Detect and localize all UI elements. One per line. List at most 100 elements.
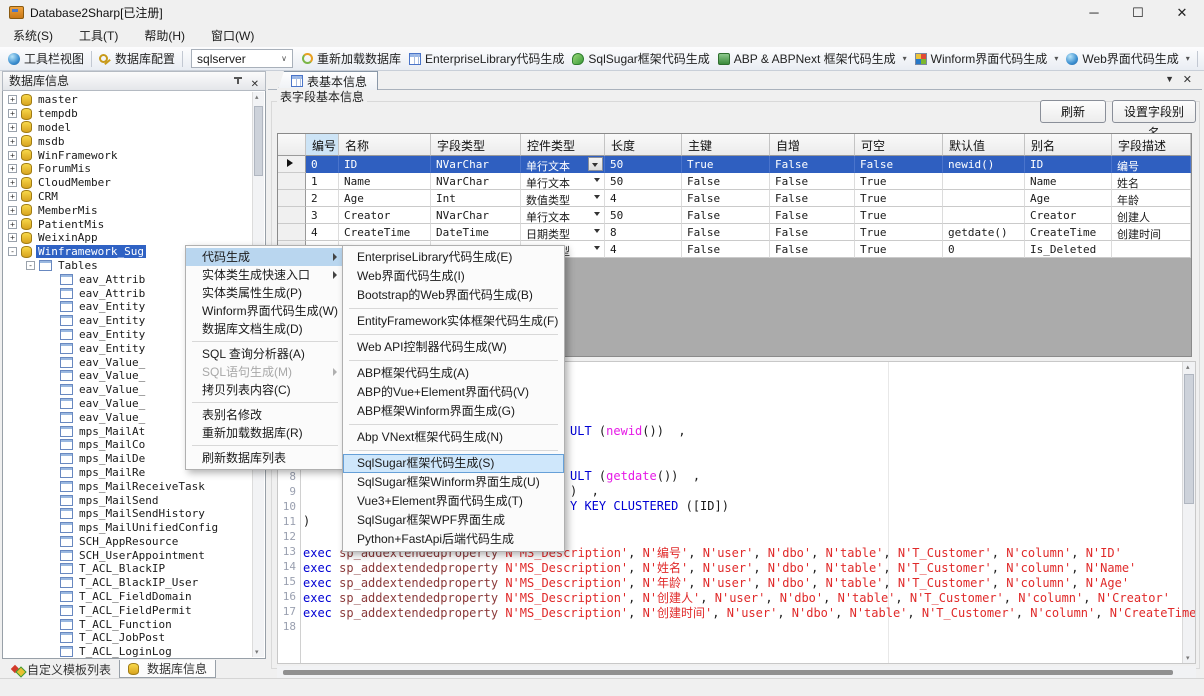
grid-cell[interactable] [943, 190, 1025, 207]
tab-close-button[interactable]: ✕ [1183, 73, 1192, 86]
panel-tab[interactable]: 自定义模板列表 [4, 660, 119, 678]
grid-cell[interactable]: 单行文本 [521, 207, 605, 224]
grid-cell[interactable]: False [770, 241, 855, 258]
grid-cell[interactable]: newid() [943, 156, 1025, 173]
tree-item[interactable]: +tempdb [4, 107, 252, 121]
grid-cell[interactable]: 50 [605, 207, 682, 224]
context-menu-item[interactable]: SQL 查询分析器(A) [186, 345, 344, 363]
db-type-combo[interactable]: sqlserver∨ [191, 49, 293, 68]
tree-item[interactable]: T_ACL_FieldDomain [4, 590, 252, 604]
row-selector[interactable] [278, 156, 306, 173]
tree-item[interactable]: +PatientMis [4, 217, 252, 231]
grid-cell[interactable]: 1 [306, 173, 339, 190]
combo-dropdown[interactable] [594, 195, 600, 199]
tree-item[interactable]: SCH_UserAppointment [4, 548, 252, 562]
grid-cell[interactable]: ID [1025, 156, 1112, 173]
set-alias-button[interactable]: 设置字段别名 [1112, 100, 1196, 123]
grid-cell[interactable]: getdate() [943, 224, 1025, 241]
grid-cell[interactable]: 50 [605, 173, 682, 190]
combo-dropdown[interactable] [594, 246, 600, 250]
tree-item[interactable]: T_ACL_FieldPermit [4, 603, 252, 617]
grid-cell[interactable]: CreateTime [1025, 224, 1112, 241]
tree-item[interactable]: mps_MailSendHistory [4, 507, 252, 521]
tree-expander[interactable]: + [8, 151, 17, 160]
grid-cell[interactable]: 3 [306, 207, 339, 224]
grid-cell[interactable]: False [770, 207, 855, 224]
tree-expander[interactable]: + [8, 95, 17, 104]
grid-cell[interactable]: 8 [605, 224, 682, 241]
grid-cell[interactable]: 创建时间 [1112, 224, 1191, 241]
tree-item[interactable]: mps_MailReceiveTask [4, 479, 252, 493]
combo-dropdown[interactable] [594, 178, 600, 182]
submenu-item[interactable]: ABP框架Winform界面生成(G) [343, 402, 564, 421]
grid-cell[interactable]: 0 [306, 156, 339, 173]
toolbar-button[interactable]: 数据库配置 [95, 48, 179, 70]
grid-cell[interactable]: True [855, 173, 943, 190]
grid-cell[interactable]: False [682, 224, 770, 241]
tree-item[interactable]: T_ACL_JobPost [4, 631, 252, 645]
grid-cell[interactable]: NVarChar [431, 173, 521, 190]
tree-item[interactable]: +ForumMis [4, 162, 252, 176]
grid-cell[interactable]: False [682, 190, 770, 207]
grid-header-cell[interactable]: 别名 [1025, 134, 1112, 156]
context-menu-item[interactable]: Winform界面代码生成(W) [186, 302, 344, 320]
grid-cell[interactable]: Name [1025, 173, 1112, 190]
submenu-item[interactable]: Abp VNext框架代码生成(N) [343, 428, 564, 447]
tree-item[interactable]: +model [4, 121, 252, 135]
tree-item[interactable]: +MemberMis [4, 203, 252, 217]
grid-cell[interactable]: 日期类型 [521, 224, 605, 241]
grid-cell[interactable]: False [682, 173, 770, 190]
tree-item[interactable]: +CRM [4, 190, 252, 204]
grid-cell[interactable]: 编号 [1112, 156, 1191, 173]
context-menu-item[interactable]: 重新加载数据库(R) [186, 424, 344, 442]
context-menu-item[interactable]: 刷新数据库列表 [186, 449, 344, 467]
submenu-item[interactable]: SqlSugar框架代码生成(S) [343, 454, 564, 473]
grid-row[interactable]: 2AgeInt数值类型4FalseFalseTrueAge年龄 [278, 190, 1191, 207]
grid-cell[interactable]: False [770, 190, 855, 207]
tree-expander[interactable]: + [8, 164, 17, 173]
grid-header-cell[interactable]: 编号 [306, 134, 339, 156]
grid-cell[interactable]: NVarChar [431, 156, 521, 173]
grid-cell[interactable]: False [855, 156, 943, 173]
grid-cell[interactable]: Creator [339, 207, 431, 224]
context-menu-item[interactable]: 实体类生成快速入口 [186, 266, 344, 284]
tree-expander[interactable]: + [8, 192, 17, 201]
submenu-item[interactable]: Web API控制器代码生成(W) [343, 338, 564, 357]
combo-dropdown[interactable] [594, 229, 600, 233]
row-selector[interactable] [278, 190, 306, 207]
grid-cell[interactable]: 4 [306, 224, 339, 241]
tree-item[interactable]: mps_MailSend [4, 493, 252, 507]
submenu-item[interactable]: SqlSugar框架Winform界面生成(U) [343, 473, 564, 492]
submenu-item[interactable]: Python+FastApi后端代码生成 [343, 530, 564, 549]
tree-expander[interactable]: + [8, 206, 17, 215]
menubar-item[interactable]: 窗口(W) [198, 26, 267, 47]
combo-dropdown[interactable] [588, 157, 603, 171]
tree-expander[interactable]: + [8, 123, 17, 132]
context-menu-item[interactable]: 拷贝列表内容(C) [186, 381, 344, 399]
editor-hscrollbar-thumb[interactable] [283, 670, 1173, 675]
grid-cell[interactable]: True [855, 190, 943, 207]
tree-item[interactable]: T_ACL_BlackIP [4, 562, 252, 576]
toolbar-button[interactable]: EnterpriseLibrary代码生成 [405, 48, 568, 70]
grid-row[interactable]: 0IDNVarChar单行文本50TrueFalseFalsenewid()ID… [278, 156, 1191, 173]
grid-cell[interactable]: Name [339, 173, 431, 190]
grid-cell[interactable]: Age [1025, 190, 1112, 207]
grid-cell[interactable]: True [855, 241, 943, 258]
row-selector[interactable] [278, 173, 306, 190]
grid-header-cell[interactable]: 长度 [605, 134, 682, 156]
context-menu-item[interactable]: 数据库文档生成(D) [186, 320, 344, 338]
grid-row[interactable]: 1NameNVarChar单行文本50FalseFalseTrueName姓名 [278, 173, 1191, 190]
toolbar-button[interactable]: ABP & ABPNext 框架代码生成▾ [714, 48, 911, 70]
tree-item[interactable]: +msdb [4, 134, 252, 148]
grid-cell[interactable]: 0 [943, 241, 1025, 258]
close-button[interactable]: ✕ [1160, 0, 1204, 26]
menubar-item[interactable]: 工具(T) [66, 26, 131, 47]
toolbar-button[interactable]: 重新加载数据库 [298, 48, 405, 70]
context-menu-item[interactable]: 实体类属性生成(P) [186, 284, 344, 302]
grid-cell[interactable]: True [682, 156, 770, 173]
grid-header-cell[interactable]: 控件类型 [521, 134, 605, 156]
grid-header-cell[interactable] [278, 134, 306, 156]
menubar-item[interactable]: 帮助(H) [131, 26, 198, 47]
grid-cell[interactable]: CreateTime [339, 224, 431, 241]
grid-header-cell[interactable]: 字段类型 [431, 134, 521, 156]
